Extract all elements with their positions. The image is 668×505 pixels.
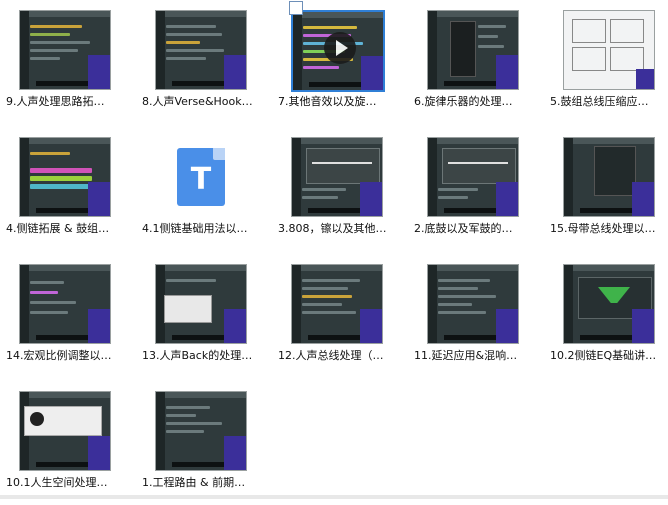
file-name: 10.1人生空间处理… <box>6 476 108 489</box>
doc-letter: T <box>190 162 212 197</box>
video-thumbnail <box>427 10 519 90</box>
video-thumbnail <box>155 10 247 90</box>
file-tile[interactable]: 15.母带总线处理以… <box>544 127 668 251</box>
file-tile[interactable]: 14.宏观比例调整以… <box>0 254 136 378</box>
file-tile[interactable]: 13.人声Back的处理… <box>136 254 272 378</box>
file-name: 5.鼓组总线压缩应… <box>550 95 649 108</box>
file-name: 4.1侧链基础用法以… <box>142 222 248 235</box>
file-name: 9.人声处理思路拓… <box>6 95 105 108</box>
status-strip <box>0 495 668 499</box>
file-grid: 9.人声处理思路拓… 8.人声Verse&Hook… 7.其他音效以及旋… 6.… <box>0 0 668 499</box>
video-thumbnail <box>291 137 383 217</box>
video-thumbnail <box>19 264 111 344</box>
file-tile[interactable]: 3.808，镲以及其他… <box>272 127 408 251</box>
file-name: 8.人声Verse&Hook… <box>142 95 253 108</box>
video-thumbnail <box>19 391 111 471</box>
file-name: 11.延迟应用&混响… <box>414 349 518 362</box>
file-tile[interactable]: 11.延迟应用&混响… <box>408 254 544 378</box>
video-thumbnail <box>19 10 111 90</box>
video-thumbnail <box>291 264 383 344</box>
file-name: 1.工程路由 & 前期… <box>142 476 246 489</box>
file-tile[interactable]: 1.工程路由 & 前期… <box>136 381 272 505</box>
file-tile-selected[interactable]: 7.其他音效以及旋… <box>272 0 408 124</box>
file-tile[interactable]: 12.人声总线处理（… <box>272 254 408 378</box>
play-icon[interactable] <box>324 32 356 64</box>
document-icon: T <box>177 148 225 206</box>
file-tile[interactable]: 8.人声Verse&Hook… <box>136 0 272 124</box>
file-name: 3.808，镲以及其他… <box>278 222 387 235</box>
video-thumbnail <box>19 137 111 217</box>
file-name: 15.母带总线处理以… <box>550 222 656 235</box>
file-tile[interactable]: 6.旋律乐器的处理… <box>408 0 544 124</box>
video-thumbnail <box>563 264 655 344</box>
file-name: 13.人声Back的处理… <box>142 349 253 362</box>
select-checkbox[interactable] <box>289 1 303 15</box>
file-name: 14.宏观比例调整以… <box>6 349 112 362</box>
file-tile[interactable]: 4.侧链拓展 & 鼓组… <box>0 127 136 251</box>
video-thumbnail <box>427 264 519 344</box>
video-thumbnail <box>427 137 519 217</box>
file-name: 4.侧链拓展 & 鼓组… <box>6 222 110 235</box>
video-thumbnail <box>563 10 655 90</box>
video-thumbnail <box>155 391 247 471</box>
file-tile[interactable]: 10.2侧链EQ基础讲… <box>544 254 668 378</box>
file-name: 2.底鼓以及军鼓的… <box>414 222 513 235</box>
video-thumbnail <box>563 137 655 217</box>
file-name: 10.2侧链EQ基础讲… <box>550 349 657 362</box>
file-tile[interactable]: 10.1人生空间处理… <box>0 381 136 505</box>
file-name: 7.其他音效以及旋… <box>278 95 377 108</box>
file-name: 12.人声总线处理（… <box>278 349 384 362</box>
file-tile[interactable]: 9.人声处理思路拓… <box>0 0 136 124</box>
file-name: 6.旋律乐器的处理… <box>414 95 513 108</box>
video-thumbnail <box>155 264 247 344</box>
file-tile[interactable]: T 4.1侧链基础用法以… <box>136 127 272 251</box>
file-tile[interactable]: 5.鼓组总线压缩应… <box>544 0 668 124</box>
file-tile[interactable]: 2.底鼓以及军鼓的… <box>408 127 544 251</box>
video-thumbnail <box>291 10 385 92</box>
